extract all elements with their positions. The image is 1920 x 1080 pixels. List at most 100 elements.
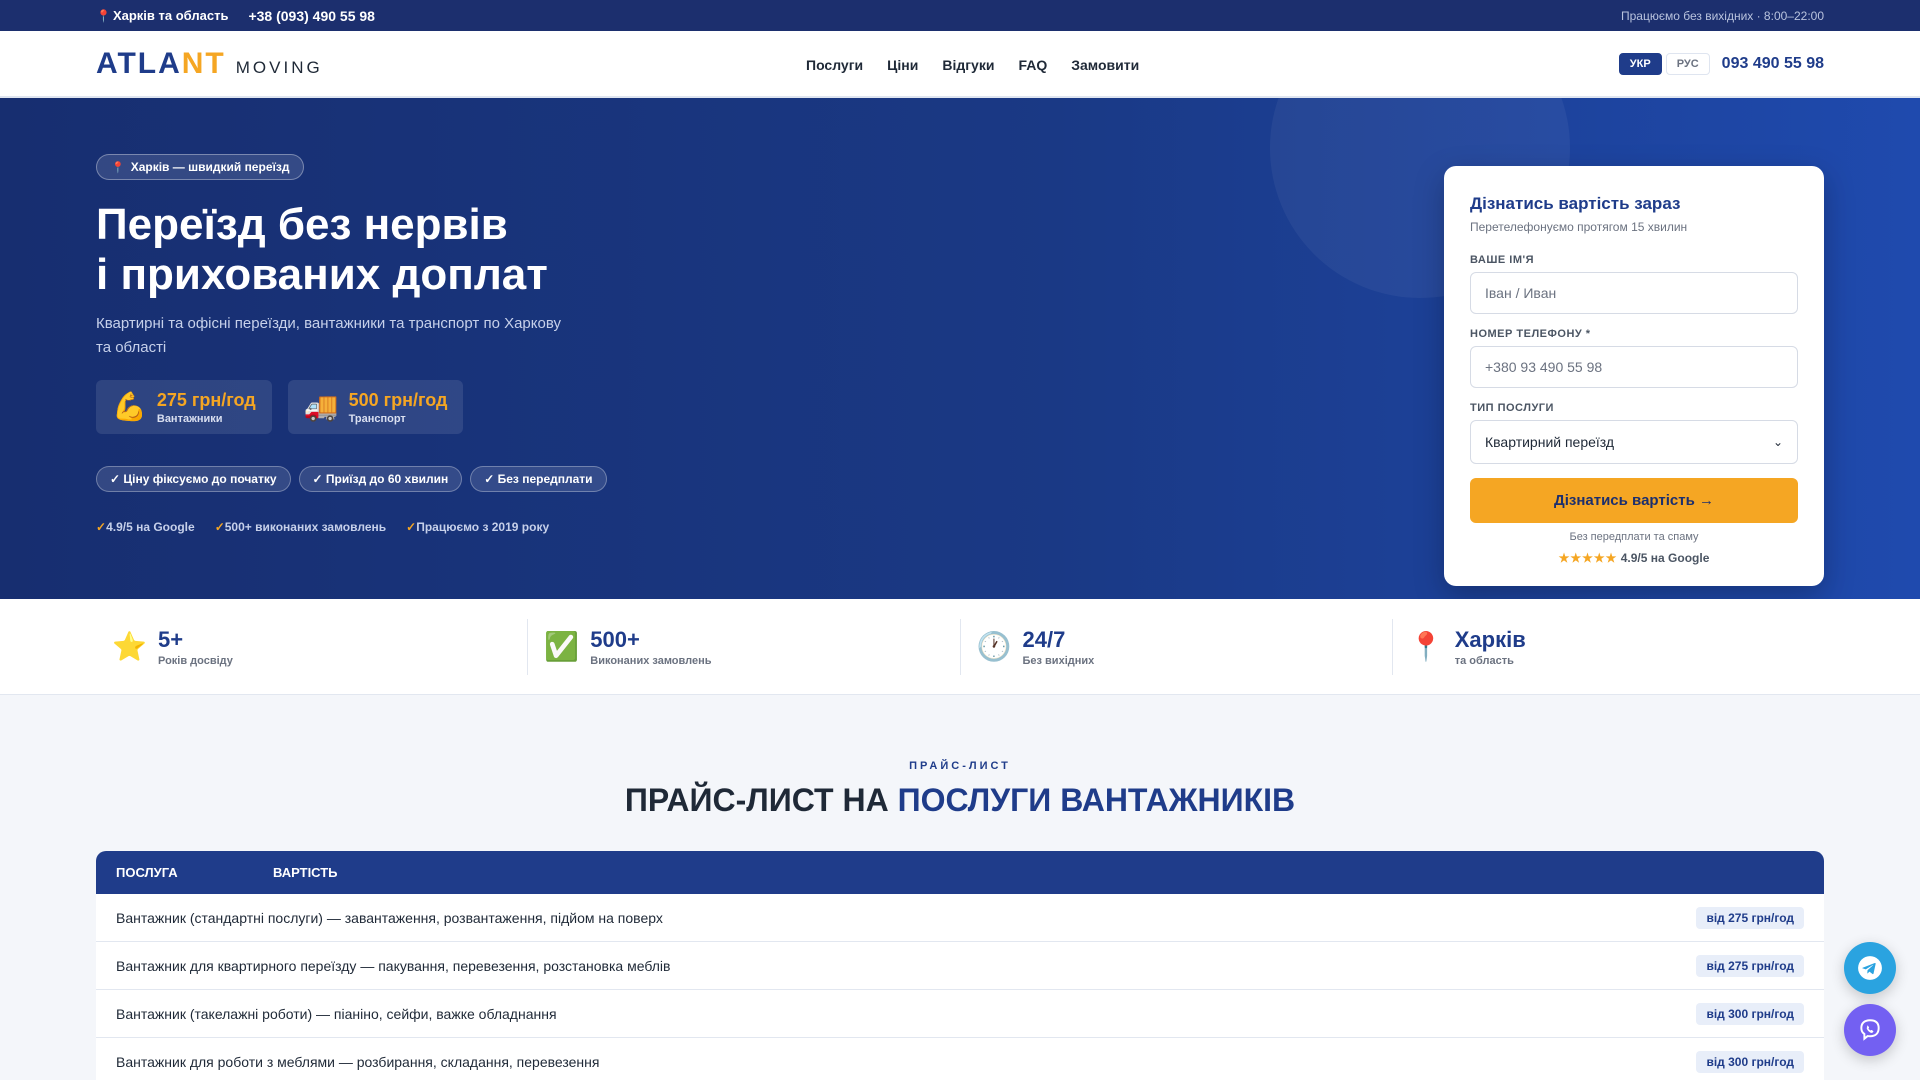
viber-button[interactable] — [1844, 1004, 1896, 1056]
chip-arrival-time: ✓ Приїзд до 60 хвилин — [298, 466, 463, 492]
nav-prices[interactable]: Ціни — [887, 57, 918, 73]
submit-button[interactable]: Дізнатись вартість → — [1470, 478, 1798, 523]
viber-icon — [1860, 1019, 1880, 1041]
section-title: ПРАЙС-ЛИСТ НА ПОСЛУГИ ВАНТАЖНИКІВ — [624, 782, 1296, 818]
main-nav: Послуги Ціни Відгуки FAQ Замовити — [806, 57, 1139, 73]
rating-text: 4.9/5 на Google — [1620, 551, 1710, 565]
muscle-icon: 💪 — [112, 391, 147, 422]
price-table: ПОСЛУГА ВАРТІСТЬ Вантажник (стандартні п… — [96, 851, 1824, 1080]
price-card-label: Вантажники — [156, 412, 223, 425]
logo[interactable]: ATLANT MOVING — [96, 47, 396, 81]
stat-value: 24/7 — [1022, 627, 1066, 652]
hero-price-cards: 💪 275 грн/год Вантажники 🚚 500 грн/год Т… — [96, 380, 716, 434]
header-right: УКР РУС 093 490 55 98 — [1618, 52, 1824, 75]
name-input[interactable] — [1470, 272, 1798, 314]
trust-since: ✓Працюємо з 2019 року — [406, 520, 550, 534]
price-card-label: Транспорт — [348, 412, 406, 425]
row-price: від 275 грн/год — [1696, 954, 1804, 977]
logo-subtitle: MOVING — [235, 57, 323, 77]
stat-value: Харків — [1454, 627, 1526, 652]
hero-title: Переїзд без нервів і прихованих доплат — [96, 200, 716, 300]
lang-ukr-button[interactable]: УКР — [1618, 52, 1662, 75]
check-icon: ✓ — [214, 520, 225, 534]
stat-label: Виконаних замовлень — [590, 655, 712, 667]
table-header: ПОСЛУГА ВАРТІСТЬ — [96, 851, 1824, 894]
lang-rus-button[interactable]: РУС — [1665, 52, 1710, 75]
trust-google: ✓4.9/5 на Google — [96, 520, 195, 534]
col-price-header: ВАРТІСТЬ — [273, 865, 338, 880]
price-card-amount: 275 грн/год — [156, 389, 256, 410]
stat-label: Років досвіду — [158, 655, 233, 667]
row-service: Вантажник для квартирного переїзду — пак… — [116, 957, 671, 974]
nav-services[interactable]: Послуги — [806, 57, 863, 73]
nav-faq[interactable]: FAQ — [1018, 57, 1047, 73]
hero-title-line2: і прихованих доплат — [96, 250, 548, 299]
nav-order[interactable]: Замовити — [1071, 57, 1139, 73]
star-rating-icon: ★★★★★ — [1558, 551, 1618, 565]
hero-content: 📍 Харків — швидкий переїзд Переїзд без н… — [96, 154, 716, 534]
row-price: від 300 грн/год — [1696, 1050, 1804, 1073]
col-service-header: ПОСЛУГА — [116, 865, 178, 880]
hero-badge-text: Харків — швидкий переїзд — [130, 160, 290, 174]
stat-experience: ⭐ 5+ Років досвіду — [96, 619, 527, 675]
stat-label: Без вихідних — [1022, 655, 1095, 667]
hero-section: 📍 Харків — швидкий переїзд Переїзд без н… — [0, 98, 1920, 599]
stats-bar: ⭐ 5+ Років досвіду ✅ 500+ Виконаних замо… — [0, 599, 1920, 695]
telegram-button[interactable] — [1844, 942, 1896, 994]
chip-no-prepayment: ✓ Без передплати — [470, 466, 607, 492]
site-header: ATLANT MOVING Послуги Ціни Відгуки FAQ З… — [0, 31, 1920, 98]
nav-reviews[interactable]: Відгуки — [942, 57, 994, 73]
service-label: ТИП ПОСЛУГИ — [1470, 402, 1554, 414]
check-mark-icon: ✅ — [544, 631, 580, 662]
map-pin-icon: 📍 — [111, 161, 125, 174]
clock-icon: 🕐 — [976, 631, 1012, 662]
table-row: Вантажник (такелажні роботи) — піаніно, … — [96, 990, 1824, 1038]
map-pin-icon: 📍 — [96, 8, 111, 23]
row-price: від 300 грн/год — [1696, 1002, 1804, 1025]
form-title: Дізнатись вартість зараз — [1470, 194, 1681, 213]
table-row: Вантажник для квартирного переїзду — пак… — [96, 942, 1824, 990]
form-subtitle: Перетелефонуємо протягом 15 хвилин — [1470, 220, 1688, 234]
trust-orders: ✓500+ виконаних замовлень — [214, 520, 387, 534]
stat-value: 5+ — [158, 627, 184, 652]
check-icon: ✓ — [406, 520, 417, 534]
stat-value: 500+ — [590, 627, 640, 652]
form-note: Без передплати та спаму — [1569, 531, 1699, 543]
phone-label: НОМЕР ТЕЛЕФОНУ * — [1470, 328, 1591, 340]
chevron-down-icon: ⌄ — [1772, 435, 1783, 449]
name-label: ВАШЕ ІМ'Я — [1470, 254, 1535, 266]
check-icon: ✓ — [96, 520, 107, 534]
stat-label: та область — [1454, 655, 1514, 667]
quote-form: Дізнатись вартість зараз Перетелефонуємо… — [1444, 166, 1824, 586]
stat-availability: 🕐 24/7 Без вихідних — [959, 619, 1392, 675]
price-card-transport: 🚚 500 грн/год Транспорт — [287, 380, 464, 434]
hero-title-line1: Переїзд без нервів — [96, 200, 508, 249]
logo-wordmark: ATLANT — [96, 46, 226, 80]
section-eyebrow: ПРАЙС-ЛИСТ — [909, 760, 1011, 772]
hero-subtitle: Квартирні та офісні переїзди, вантажники… — [96, 315, 561, 356]
trust-row: ✓4.9/5 на Google ✓500+ виконаних замовле… — [96, 520, 716, 534]
price-card-amount: 500 грн/год — [348, 389, 448, 410]
table-row: Вантажник (стандартні послуги) — заванта… — [96, 894, 1824, 942]
row-service: Вантажник для роботи з меблями — розбира… — [116, 1053, 600, 1070]
row-service: Вантажник (такелажні роботи) — піаніно, … — [116, 1005, 557, 1022]
truck-icon: 🚚 — [303, 391, 339, 422]
location-text: Харків та область — [112, 8, 229, 23]
star-icon: ⭐ — [112, 631, 147, 662]
stat-location: 📍 Харків та область — [1391, 619, 1824, 675]
stat-orders: ✅ 500+ Виконаних замовлень — [527, 619, 959, 675]
form-rating: ★★★★★ 4.9/5 на Google — [1470, 551, 1798, 565]
service-select[interactable]: Квартирний переїзд ⌄ — [1470, 420, 1798, 464]
top-bar: 📍 Харків та область +38 (093) 490 55 98 … — [0, 0, 1920, 31]
hero-badge: 📍 Харків — швидкий переїзд — [96, 154, 305, 180]
benefit-chips: ✓ Ціну фіксуємо до початку ✓ Приїзд до 6… — [96, 466, 716, 492]
table-row: Вантажник для роботи з меблями — розбира… — [96, 1038, 1824, 1080]
phone-input[interactable] — [1470, 346, 1798, 388]
location: 📍 Харків та область — [96, 8, 228, 23]
price-card-movers: 💪 275 грн/год Вантажники — [96, 380, 272, 434]
topbar-phone[interactable]: +38 (093) 490 55 98 — [248, 8, 375, 24]
service-select-value: Квартирний переїзд — [1485, 434, 1615, 450]
header-phone[interactable]: 093 490 55 98 — [1722, 55, 1824, 73]
chip-fixed-price: ✓ Ціну фіксуємо до початку — [96, 466, 291, 492]
map-pin-icon: 📍 — [1408, 631, 1444, 662]
